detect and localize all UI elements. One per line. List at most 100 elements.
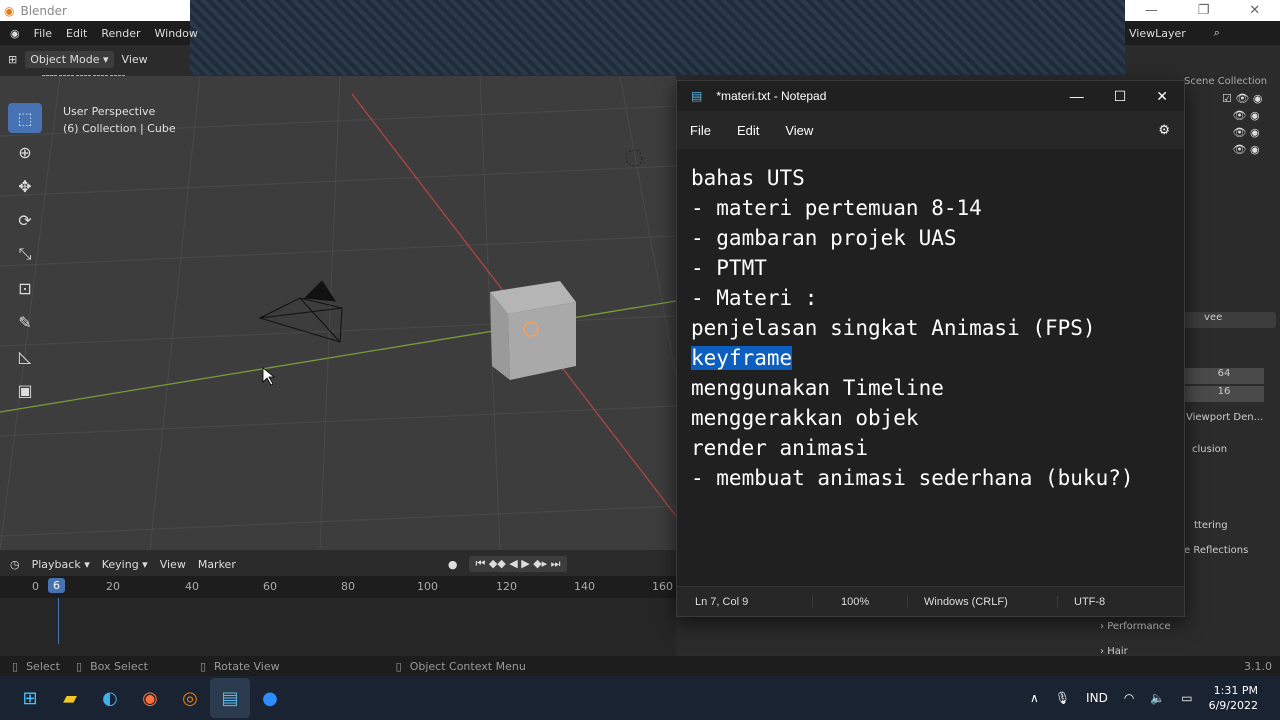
viewlayer-label[interactable]: ViewLayer (1129, 27, 1186, 40)
blender-menubar: ◉ File Edit Render Window (0, 21, 198, 45)
microphone-icon[interactable]: 🎙 (1055, 691, 1070, 705)
viewlayer-bar: ViewLayer ⌕ (1125, 21, 1280, 45)
notepad-statusbar: Ln 7, Col 9 100% Windows (CRLF) UTF-8 (677, 586, 1184, 616)
annotate-tool-icon[interactable]: ✎ (8, 307, 42, 337)
render-engine-select[interactable]: vee (1184, 312, 1276, 328)
menu-file[interactable]: File (690, 123, 711, 138)
blender-icon[interactable]: ◎ (170, 678, 210, 718)
app-title: Blender (20, 3, 67, 18)
scene-collection-label: Scene Collection (1184, 76, 1268, 87)
menu-edit[interactable]: Edit (737, 123, 759, 138)
playback-menu[interactable]: Playback ▾ (32, 558, 90, 571)
maximize-icon[interactable]: ☐ (1114, 88, 1127, 105)
scattering-panel[interactable]: ttering (1194, 520, 1228, 531)
add-cube-tool-icon[interactable]: ▣ (8, 375, 42, 405)
timeline-editor-icon[interactable]: ◷ (10, 558, 20, 571)
transform-tool-icon[interactable]: ⊡ (8, 273, 42, 303)
close-icon[interactable]: ✕ (1249, 3, 1260, 18)
notepad-text-area[interactable]: bahas UTS - materi pertemuan 8-14 - gambar… (691, 163, 1134, 493)
language-indicator[interactable]: IND (1086, 691, 1108, 705)
blender-logo-icon[interactable]: ◉ (10, 27, 20, 40)
rotate-tool-icon[interactable]: ⟳ (8, 205, 42, 235)
scale-tool-icon[interactable]: ⤡ (8, 239, 42, 269)
text-line: penjelasan singkat Animasi (FPS) (691, 316, 1096, 340)
mouse-middle-icon: ▯ (76, 659, 83, 673)
outliner: Scene Collection ☑ 👁 ◉ 👁 ◉ 👁 ◉ 👁 ◉ (1180, 70, 1280, 250)
minimize-icon[interactable]: — (1145, 3, 1158, 18)
menu-view[interactable]: View (785, 123, 813, 138)
menu-render[interactable]: Render (101, 27, 140, 40)
select-tool-icon[interactable]: ⬚ (8, 103, 42, 133)
wifi-icon[interactable]: ◠ (1124, 691, 1134, 705)
viewport-grid (0, 76, 676, 550)
mouse-left-icon: ▯ (12, 659, 19, 673)
cursor-tool-icon[interactable]: ⊕ (8, 137, 42, 167)
eye-icon[interactable]: 👁 ◉ (1222, 109, 1262, 122)
playback-label: Playback (31, 557, 81, 571)
samples-render-field[interactable]: 64 (1184, 368, 1264, 384)
clock-time: 1:31 PM (1213, 684, 1258, 697)
performance-label: Performance (1107, 621, 1171, 632)
notepad-title: *materi.txt - Notepad (716, 89, 827, 103)
notepad-titlebar: ▤ *materi.txt - Notepad — ☐ ✕ (677, 81, 1184, 111)
text-line: render animasi (691, 436, 869, 460)
timeline-ruler[interactable]: 0 6 20 40 60 80 100 120 140 160 (0, 576, 676, 598)
outliner-visibility: ☑ 👁 ◉ 👁 ◉ 👁 ◉ 👁 ◉ (1222, 92, 1262, 156)
mode-label: Object Mode (30, 52, 100, 66)
start-icon[interactable]: ⊞ (10, 678, 50, 718)
mouse-right-icon: ▯ (395, 659, 402, 673)
file-explorer-icon[interactable]: ▰ (50, 678, 90, 718)
menu-window[interactable]: Window (155, 27, 198, 40)
menu-file[interactable]: File (34, 27, 52, 40)
eye-icon[interactable]: 👁 ◉ (1222, 143, 1262, 156)
hair-panel[interactable]: › Hair (1100, 646, 1128, 657)
move-tool-icon[interactable]: ✥ (8, 171, 42, 201)
close-icon[interactable]: ✕ (1156, 88, 1168, 105)
collection-info: (6) Collection | Cube (63, 122, 176, 135)
keying-menu[interactable]: Keying ▾ (102, 558, 148, 571)
playback-controls[interactable]: ⏮ ◆◆ ◀ ▶ ◆▸ ⏭ (469, 556, 567, 572)
editor-type-icon[interactable]: ⊞ (8, 53, 17, 66)
zoom-icon[interactable]: ● (250, 678, 290, 718)
encoding: UTF-8 (1057, 595, 1105, 608)
text-line: menggunakan Timeline (691, 376, 944, 400)
record-icon[interactable]: ● (448, 558, 458, 571)
marker-menu[interactable]: Marker (198, 558, 236, 571)
timeline-area[interactable] (0, 598, 676, 656)
clock[interactable]: 1:31 PM 6/9/2022 (1209, 683, 1258, 713)
battery-icon[interactable]: ▭ (1181, 691, 1192, 705)
text-line: - gambaran projek UAS (691, 226, 957, 250)
samples-viewport-field[interactable]: 16 (1184, 386, 1264, 402)
3d-viewport[interactable] (0, 76, 676, 550)
edge-icon[interactable]: ◐ (90, 678, 130, 718)
tick-label: 0 (32, 580, 39, 593)
volume-icon[interactable]: 🔈 (1150, 691, 1165, 705)
text-line: menggerakkan objek (691, 406, 919, 430)
eye-icon[interactable]: ☑ 👁 ◉ (1222, 92, 1262, 105)
mode-select[interactable]: Object Mode ▾ (25, 50, 114, 68)
measure-tool-icon[interactable]: ◺ (8, 341, 42, 371)
menu-edit[interactable]: Edit (66, 27, 87, 40)
minimize-icon[interactable]: — (1070, 88, 1084, 105)
firefox-icon[interactable]: ◉ (130, 678, 170, 718)
timeline-header: ◷ Playback ▾ Keying ▾ View Marker ● ⏮ ◆◆… (0, 552, 676, 576)
chevron-up-icon[interactable]: ∧ (1030, 691, 1039, 705)
settings-gear-icon[interactable]: ⚙ (1158, 122, 1170, 138)
notepad-icon[interactable]: ▤ (210, 678, 250, 718)
view-menu[interactable]: View (122, 53, 148, 66)
view-name: User Perspective (63, 105, 156, 118)
occlusion-panel[interactable]: clusion (1192, 444, 1227, 455)
search-icon[interactable]: ⌕ (1214, 26, 1220, 40)
timeline-view-menu[interactable]: View (160, 558, 186, 571)
current-frame-indicator[interactable]: 6 (48, 578, 65, 593)
viewport-denoise-label[interactable]: Viewport Den... (1186, 412, 1263, 423)
status-box-select: Box Select (90, 659, 148, 673)
maximize-icon[interactable]: ❐ (1198, 3, 1210, 18)
reflections-panel[interactable]: e Reflections (1184, 545, 1248, 556)
performance-panel[interactable]: › Performance (1100, 621, 1171, 632)
eye-icon[interactable]: 👁 ◉ (1222, 126, 1262, 139)
windows-taskbar: ⊞ ▰ ◐ ◉ ◎ ▤ ● ∧ 🎙 IND ◠ 🔈 ▭ 1:31 PM 6/9/… (0, 676, 1280, 720)
cube-object[interactable] (490, 281, 576, 380)
hair-label: Hair (1107, 646, 1128, 657)
tick-label: 140 (574, 580, 595, 593)
